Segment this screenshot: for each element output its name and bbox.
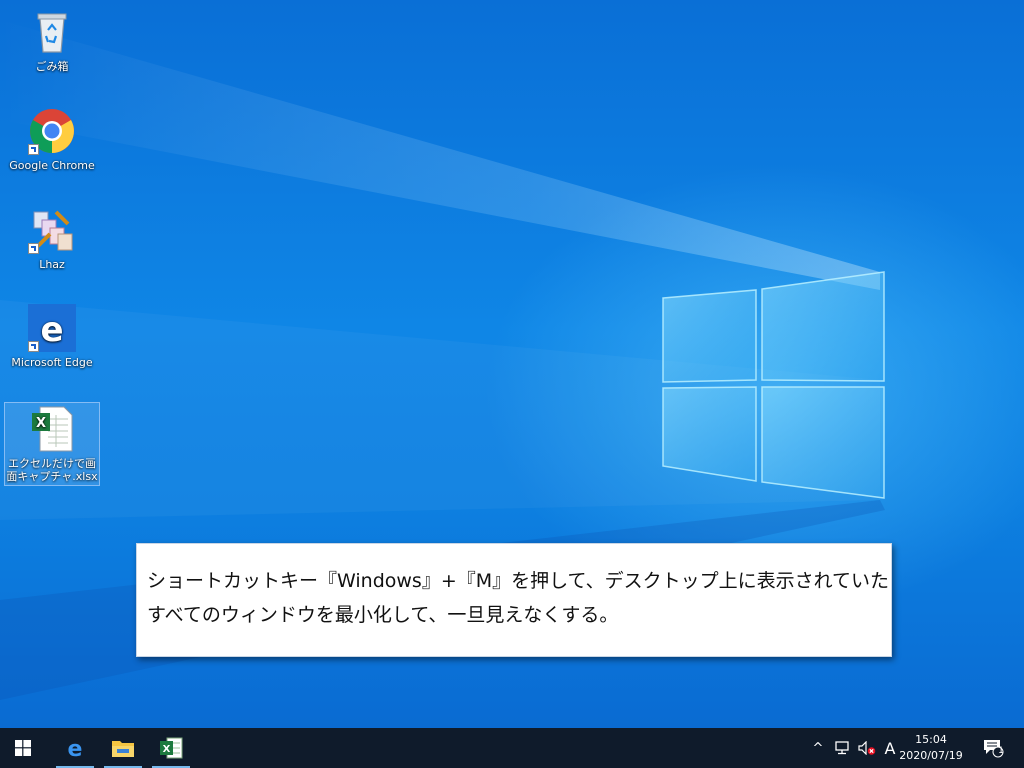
desktop-icon-label: Lhaz <box>39 258 65 271</box>
taskbar: e X ^ A 15:04 2020/07/19 1 <box>0 728 1024 768</box>
volume-muted-icon <box>858 741 876 755</box>
clock[interactable]: 15:04 2020/07/19 <box>896 732 966 764</box>
desktop-icon-lhaz[interactable]: Lhaz <box>4 206 100 271</box>
desktop-icon-recycle-bin[interactable]: ごみ箱 <box>4 8 100 73</box>
shortcut-arrow-icon <box>28 243 39 254</box>
start-button[interactable] <box>0 728 46 768</box>
clock-time: 15:04 <box>915 733 947 746</box>
excel-file-icon: X <box>28 405 76 453</box>
svg-text:e: e <box>40 310 63 350</box>
action-center-button[interactable]: 1 <box>976 728 1010 768</box>
callout-line-1: ショートカットキー『Windows』+『M』を押して、デスクトップ上に表示されて… <box>147 570 890 592</box>
show-hidden-icons-button[interactable]: ^ <box>808 728 828 768</box>
recycle-bin-icon <box>28 8 76 56</box>
instruction-callout: ショートカットキー『Windows』+『M』を押して、デスクトップ上に表示されて… <box>136 543 892 657</box>
notification-count-badge: 1 <box>998 746 1004 756</box>
network-button[interactable] <box>832 728 854 768</box>
desktop-icon-label: エクセルだけで画面キャプチャ.xlsx <box>6 457 98 483</box>
ime-mode-label: A <box>884 738 896 758</box>
file-explorer-icon <box>112 741 134 757</box>
taskbar-excel-button[interactable]: X <box>148 728 194 768</box>
desktop-icon-label: Microsoft Edge <box>11 356 93 369</box>
edge-icon: e <box>28 304 76 352</box>
taskbar-file-explorer-button[interactable] <box>100 728 146 768</box>
desktop-icon-microsoft-edge[interactable]: e Microsoft Edge <box>4 304 100 369</box>
shortcut-arrow-icon <box>28 341 39 352</box>
desktop-icon-excel-file[interactable]: X エクセルだけで画面キャプチャ.xlsx <box>4 402 100 486</box>
svg-text:X: X <box>36 416 46 431</box>
shortcut-arrow-icon <box>28 144 39 155</box>
chrome-icon <box>28 107 76 155</box>
edge-icon: e <box>68 737 83 760</box>
windows-start-icon <box>15 740 31 756</box>
desktop[interactable]: ごみ箱 Google Chrome Lhaz e Microsoft Edge … <box>0 0 1024 728</box>
taskbar-edge-button[interactable]: e <box>52 728 98 768</box>
volume-button[interactable] <box>856 728 878 768</box>
excel-icon: X <box>160 737 183 759</box>
svg-text:e: e <box>68 737 83 760</box>
desktop-icon-label: ごみ箱 <box>35 60 69 73</box>
chevron-up-icon: ^ <box>812 740 824 756</box>
desktop-icon-google-chrome[interactable]: Google Chrome <box>4 107 100 172</box>
callout-line-2: すべてのウィンドウを最小化して、一旦見えなくする。 <box>147 604 619 626</box>
lhaz-icon <box>28 206 76 254</box>
svg-text:X: X <box>163 744 171 755</box>
network-icon <box>835 741 849 755</box>
clock-date: 2020/07/19 <box>899 749 963 762</box>
desktop-icon-label: Google Chrome <box>9 159 95 172</box>
